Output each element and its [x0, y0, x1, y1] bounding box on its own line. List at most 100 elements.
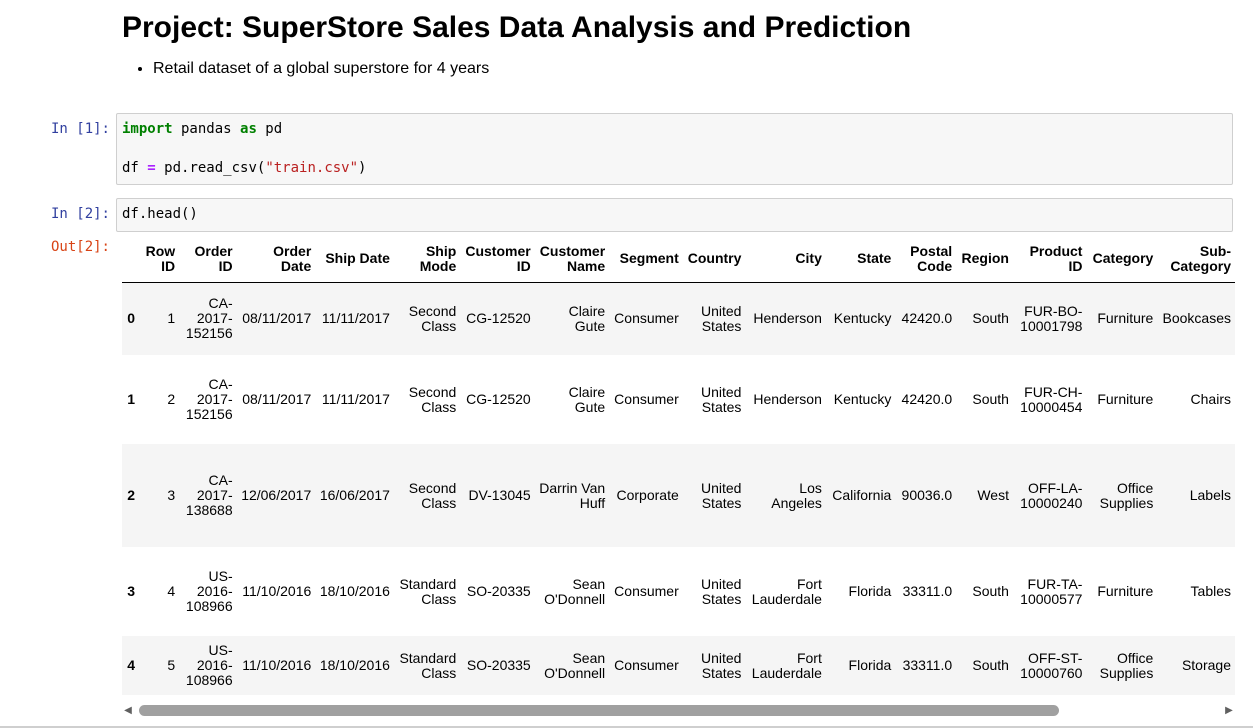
table-cell: United States [700, 383, 742, 415]
column-header: State [825, 236, 896, 283]
table-cell: Claire Gute [568, 383, 606, 415]
out2-prompt: Out[2]: [50, 239, 110, 255]
column-header: City [745, 236, 826, 283]
table-cell: 3 [167, 487, 176, 503]
table-cell: 11/10/2016 [242, 583, 312, 599]
table-cell: California [832, 487, 892, 503]
table-cell: CG-12520 [466, 391, 531, 407]
scroll-left-icon[interactable]: ◀ [122, 703, 134, 718]
code-cell-2[interactable]: df.head() [116, 198, 1233, 232]
keyword-as: as [240, 121, 257, 137]
operator: = [147, 160, 156, 176]
table-cell: 08/11/2017 [242, 391, 312, 407]
code-text: ) [358, 160, 367, 176]
dataframe-table: Row ID Order ID Order Date Ship Date Ship Mo… [122, 236, 1235, 695]
table-cell: Fort Lauderdale [751, 649, 822, 681]
table-cell: 2 [167, 391, 176, 407]
keyword-import: import [122, 121, 173, 137]
table-cell: FUR-BO-10001798 [1020, 302, 1083, 334]
table-cell: Furniture [1097, 583, 1154, 599]
table-cell: Claire Gute [568, 302, 606, 334]
column-header: Customer Name [534, 236, 610, 283]
table-cell: Consumer [614, 310, 679, 327]
table-cell: 16/06/2017 [319, 487, 390, 503]
table-cell: Office Supplies [1099, 649, 1154, 681]
table-cell: Sean O'Donnell [544, 575, 606, 607]
bullet-item: Retail dataset of a global superstore fo… [153, 58, 1222, 80]
table-cell: Furniture [1097, 391, 1154, 407]
row-index: 3 [127, 583, 136, 599]
table-cell: Second Class [408, 302, 457, 334]
table-cell: Darrin Van Huff [539, 479, 606, 511]
row-index: 4 [127, 657, 136, 673]
code-text: df [122, 160, 148, 176]
table-cell: OFF-ST-10000760 [1020, 649, 1083, 681]
table-cell: OFF-LA-10000240 [1020, 479, 1083, 511]
table-cell: 42420.0 [901, 391, 953, 407]
code-text: pd [256, 121, 283, 137]
markdown-cell: Project: SuperStore Sales Data Analysis … [122, 8, 1222, 80]
table-cell: FUR-TA-10000577 [1020, 575, 1083, 607]
code-cell-1[interactable]: import pandas as pd df = pd.read_csv("tr… [116, 113, 1233, 185]
table-cell: Bookcases [1162, 310, 1231, 327]
table-cell: 12/06/2017 [241, 487, 312, 503]
table-row: 0 1 CA-2017-152156 08/11/2017 11/11/2017 Seco… [122, 282, 1235, 355]
table-row: 4 5 US-2016-108966 11/10/2016 18/10/2016 Stan… [122, 636, 1235, 695]
table-cell: South [972, 657, 1009, 673]
table-cell: Second Class [408, 479, 457, 511]
column-header: Sub-Category [1157, 236, 1235, 283]
table-cell: United States [700, 649, 742, 681]
table-cell: South [972, 310, 1009, 327]
column-header: Segment [609, 236, 683, 283]
column-header: Region [956, 236, 1013, 283]
table-cell: Standard Class [399, 575, 457, 607]
scroll-thumb[interactable] [139, 705, 1059, 716]
table-cell: Standard Class [399, 649, 457, 681]
scroll-right-icon[interactable]: ▶ [1223, 703, 1235, 718]
table-cell: FUR-CH-10000454 [1020, 383, 1083, 415]
table-cell: CA-2017-138688 [185, 472, 233, 518]
table-cell: SO-20335 [466, 583, 531, 599]
table-cell: Second Class [408, 383, 457, 415]
table-cell: Kentucky [833, 391, 892, 407]
table-cell: 5 [167, 657, 176, 673]
table-cell: Los Angeles [771, 479, 822, 511]
table-cell: 11/10/2016 [242, 657, 312, 673]
column-header: Postal Code [895, 236, 957, 283]
column-header: Category [1086, 236, 1158, 283]
table-cell: 42420.0 [901, 310, 953, 327]
string-literal: "train.csv" [265, 160, 359, 176]
code-text: pd.read_csv( [155, 160, 266, 176]
table-cell: CG-12520 [466, 310, 531, 327]
code-line-2: df = pd.read_csv("train.csv") [122, 160, 366, 176]
bullet-list: Retail dataset of a global superstore fo… [122, 58, 1222, 80]
table-cell: United States [700, 302, 742, 334]
table-cell: United States [700, 575, 742, 607]
table-cell: Labels [1189, 487, 1231, 503]
notebook-title: Project: SuperStore Sales Data Analysis … [122, 11, 912, 44]
row-index: 0 [127, 310, 136, 327]
table-cell: United States [700, 479, 742, 511]
table-cell: Florida [848, 657, 892, 673]
code-text: pandas [172, 121, 241, 137]
table-row: 1 2 CA-2017-152156 08/11/2017 11/11/2017 Seco… [122, 355, 1235, 444]
table-cell: 18/10/2016 [319, 583, 390, 599]
table-cell: South [972, 391, 1009, 407]
column-header: Product ID [1012, 236, 1087, 283]
row-index: 2 [127, 487, 136, 503]
table-cell: US-2016-108966 [185, 568, 233, 614]
horizontal-scrollbar[interactable]: ◀ ▶ [122, 703, 1235, 718]
code-line-1: import pandas as pd [122, 121, 282, 137]
table-cell: DV-13045 [468, 487, 531, 503]
in2-prompt: In [2]: [50, 206, 110, 222]
table-cell: Consumer [614, 391, 679, 407]
code-line: df.head() [122, 206, 198, 222]
table-cell: 4 [167, 583, 176, 599]
column-header [122, 236, 141, 283]
row-index: 1 [127, 391, 136, 407]
column-header: Country [682, 236, 746, 283]
table-cell: CA-2017-152156 [185, 295, 233, 342]
column-header: Ship Mode [393, 236, 461, 283]
in1-prompt: In [1]: [50, 121, 110, 137]
table-cell: Fort Lauderdale [751, 575, 822, 607]
